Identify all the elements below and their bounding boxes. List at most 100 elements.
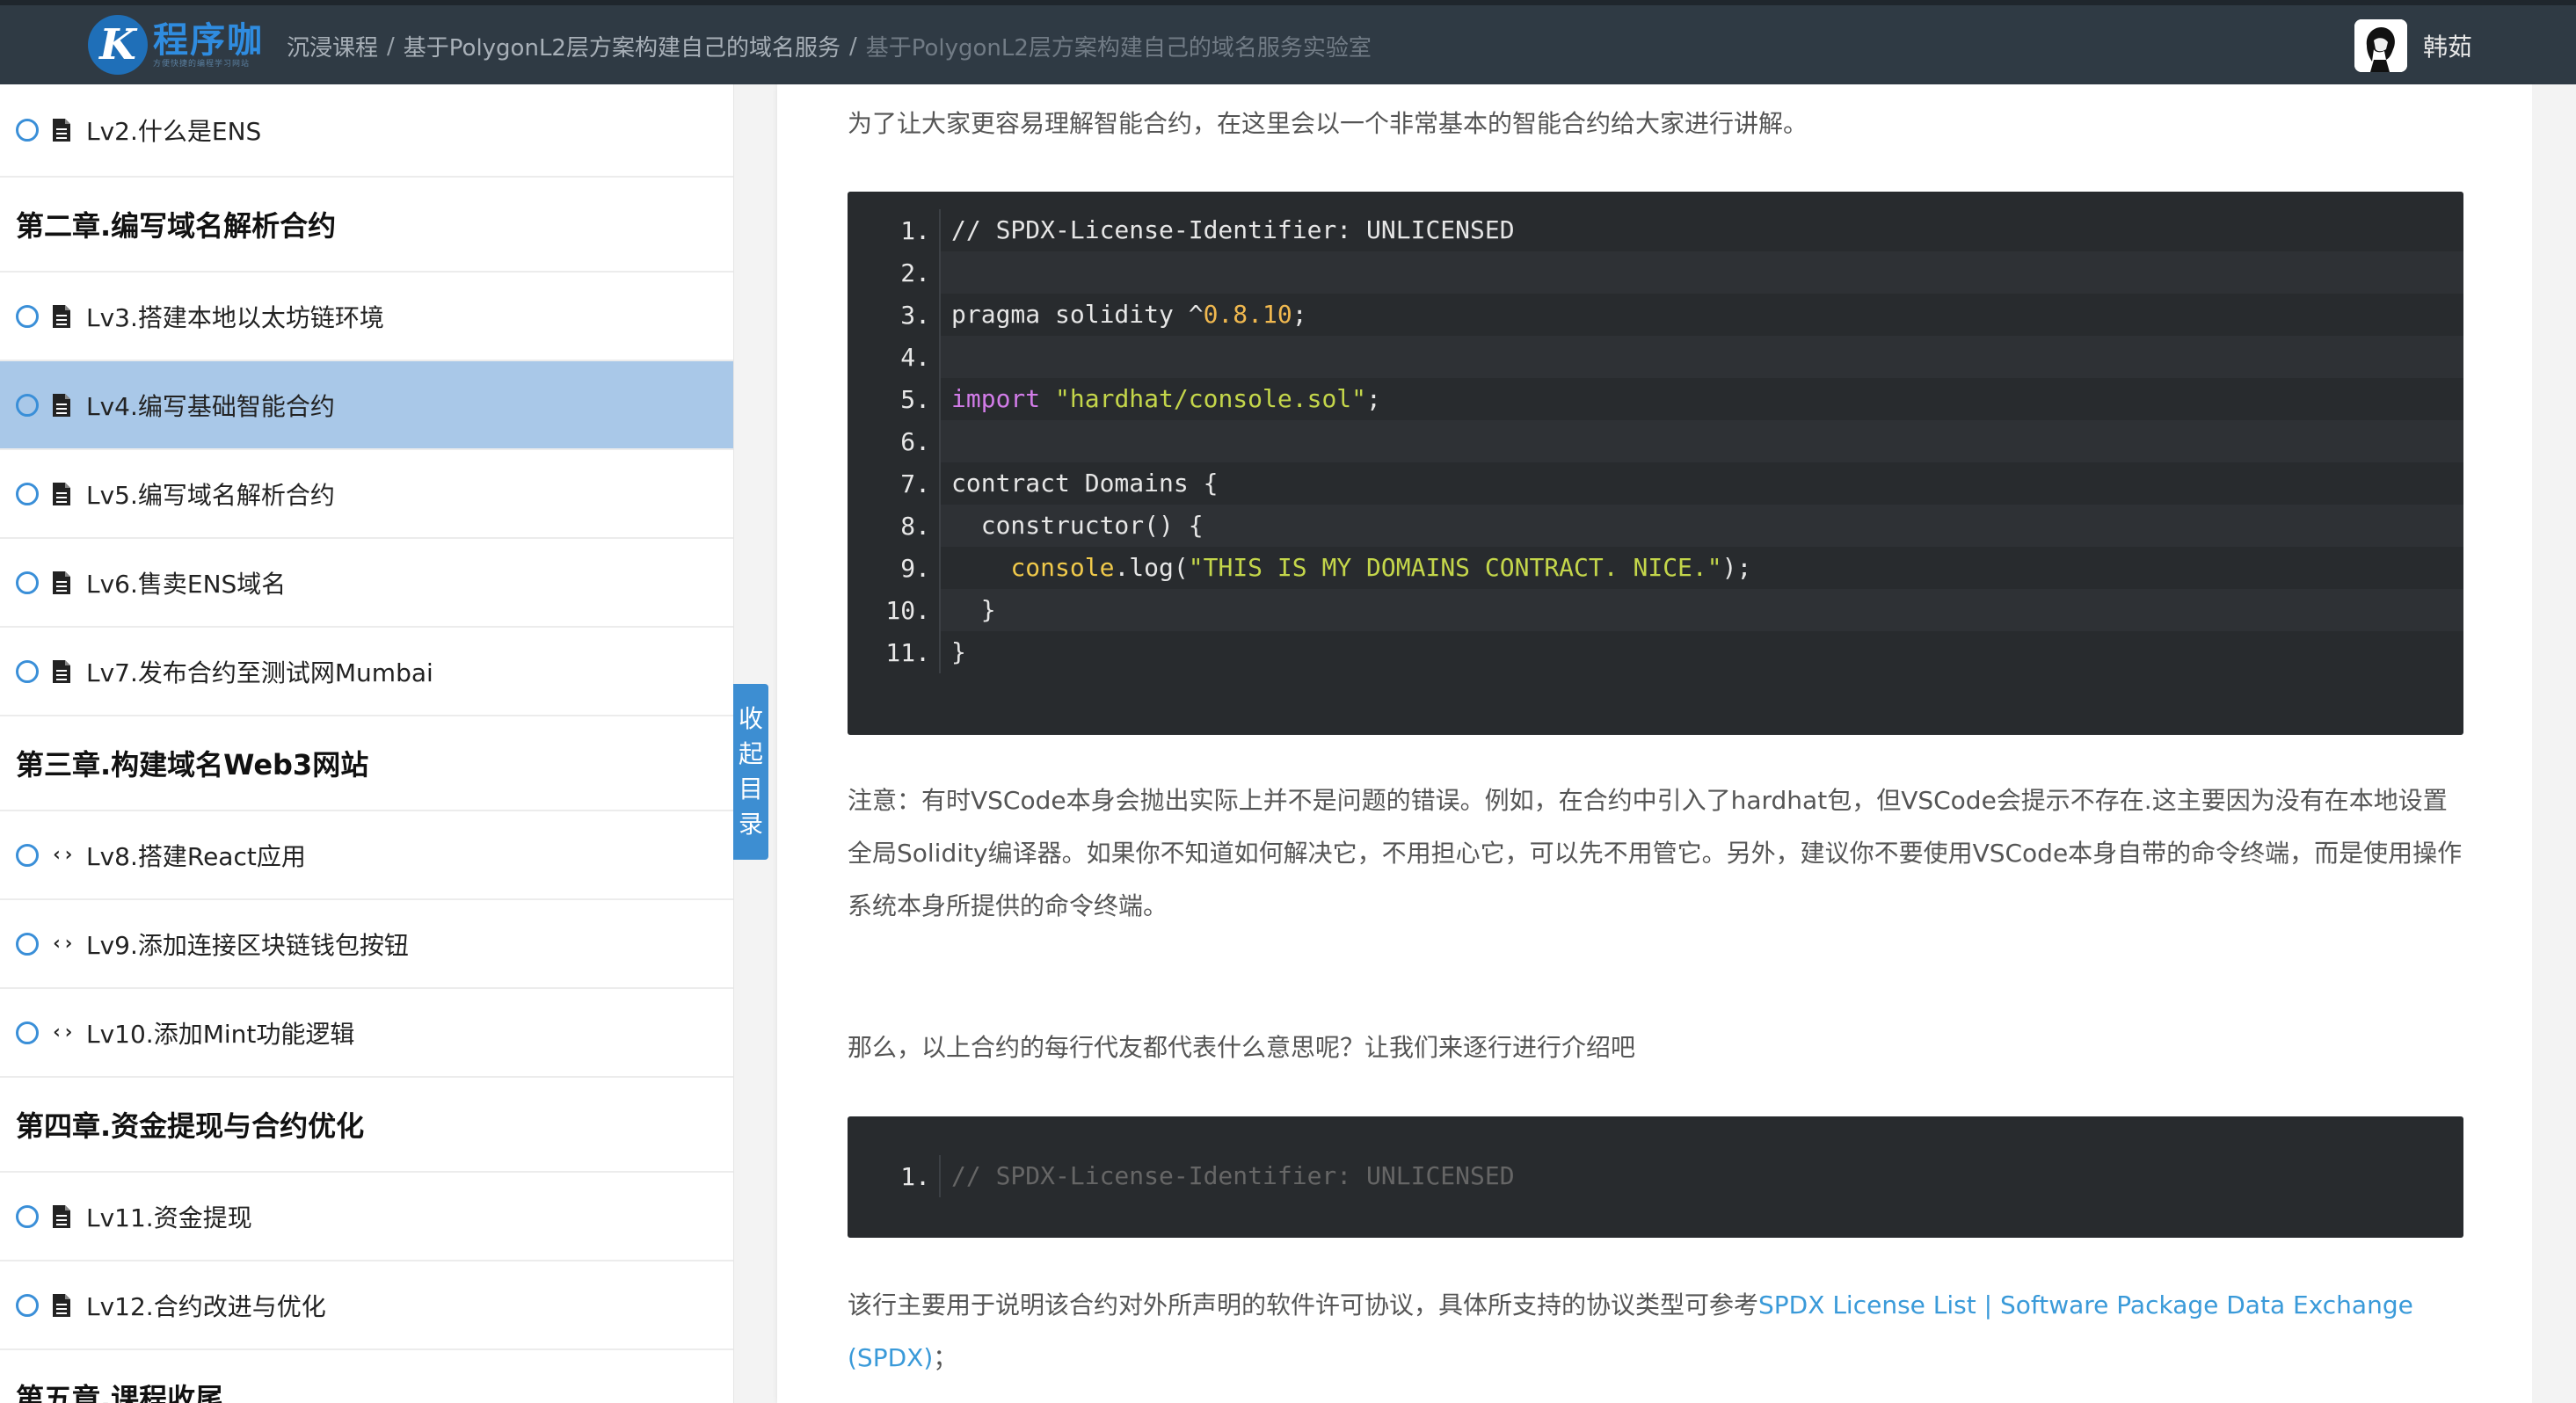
code-line: 2. <box>848 251 2463 294</box>
lesson-content: 为了让大家更容易理解智能合约，在这里会以一个非常基本的智能合约给大家进行讲解。 … <box>777 84 2532 1403</box>
line-number: 4. <box>900 342 930 372</box>
lesson-title: Lv12.合约改进与优化 <box>86 1291 326 1321</box>
chapter-heading: 第二章.编写域名解析合约 <box>0 178 733 273</box>
code-text <box>939 251 2463 294</box>
document-icon <box>53 304 70 328</box>
site-logo[interactable]: K 程序咖 方便快捷的编程学习网站 <box>88 14 264 76</box>
sidebar-lesson-item[interactable]: ‹› Lv8.搭建React应用 <box>0 811 733 900</box>
top-navbar: K 程序咖 方便快捷的编程学习网站 沉浸课程 / 基于PolygonL2层方案构… <box>0 0 2576 84</box>
sidebar-lesson-item[interactable]: Lv2.什么是ENS <box>0 84 733 178</box>
code-token: // SPDX-License-Identifier: UNLICENSED <box>951 215 1515 244</box>
status-circle-icon <box>16 843 39 867</box>
sidebar-lesson-item[interactable]: Lv4.编写基础智能合约 <box>0 361 733 450</box>
logo-subtitle: 方便快捷的编程学习网站 <box>153 60 251 69</box>
intro-paragraph: 为了让大家更容易理解智能合约，在这里会以一个非常基本的智能合约给大家进行讲解。 <box>848 109 1808 138</box>
lesson-title: Lv9.添加连接区块链钱包按钮 <box>86 930 409 960</box>
code-line: 3. pragma solidity ^0.8.10; <box>848 294 2463 336</box>
code-token: constructor() { <box>951 511 1204 540</box>
line-number: 10. <box>885 595 930 625</box>
code-text: // SPDX-License-Identifier: UNLICENSED <box>939 1155 2463 1197</box>
breadcrumb-item-courses[interactable]: 沉浸课程 <box>287 30 378 62</box>
line-number: 1. <box>900 215 930 245</box>
lesson-title: Lv3.搭建本地以太坊链环境 <box>86 302 384 332</box>
breadcrumb-separator: / <box>848 33 857 60</box>
code-icon: ‹› <box>51 1021 75 1043</box>
code-text <box>939 336 2463 378</box>
code-text: contract Domains { <box>939 462 2463 505</box>
line-number: 3. <box>900 300 930 330</box>
code-token: .log( <box>1114 553 1189 582</box>
status-circle-icon <box>16 932 39 956</box>
line-number: 6. <box>900 426 930 456</box>
status-circle-icon <box>16 1204 39 1228</box>
code-line: 11.} <box>848 631 2463 673</box>
status-circle-icon <box>16 571 39 594</box>
sidebar-lesson-item[interactable]: Lv11.资金提现 <box>0 1173 733 1261</box>
lesson-title: Lv4.编写基础智能合约 <box>86 391 335 421</box>
avatar[interactable] <box>2354 19 2407 72</box>
line-number: 2. <box>900 258 930 287</box>
line-number: 5. <box>900 384 930 414</box>
code-text: // SPDX-License-Identifier: UNLICENSED <box>939 209 2463 251</box>
code-text: pragma solidity ^0.8.10; <box>939 294 2463 336</box>
code-line: 1. // SPDX-License-Identifier: UNLICENSED <box>848 1155 2463 1197</box>
code-token: import <box>951 384 1041 413</box>
lesson-title: Lv11.资金提现 <box>86 1203 252 1232</box>
collapse-label-char: 收 <box>738 704 763 733</box>
breadcrumb-item-course[interactable]: 基于PolygonL2层方案构建自己的域名服务 <box>404 30 840 62</box>
code-token: contract Domains { <box>951 469 1219 498</box>
chapter-heading: 第三章.构建域名Web3网站 <box>0 716 733 811</box>
breadcrumb-separator: / <box>387 33 395 60</box>
status-circle-icon <box>16 659 39 683</box>
sidebar-lesson-item[interactable]: Lv12.合约改进与优化 <box>0 1261 733 1350</box>
lesson-title: Lv5.编写域名解析合约 <box>86 480 335 510</box>
chapter-heading: 第四章.资金提现与合约优化 <box>0 1078 733 1173</box>
logo-text: 程序咖 <box>153 20 264 61</box>
status-circle-icon <box>16 304 39 328</box>
sidebar-lesson-item[interactable]: Lv6.售卖ENS域名 <box>0 539 733 628</box>
lesson-title: Lv7.发布合约至测试网Mumbai <box>86 658 433 687</box>
code-token: ; <box>1292 300 1307 329</box>
code-line: 1. // SPDX-License-Identifier: UNLICENSED <box>848 209 2463 251</box>
code-icon: ‹› <box>51 933 75 955</box>
note-paragraph: 注意：有时VSCode本身会抛出实际上并不是问题的错误。例如，在合约中引入了ha… <box>848 786 2463 920</box>
user-name: 韩茹 <box>2422 33 2472 62</box>
line-number: 9. <box>900 553 930 583</box>
code-line: 8. constructor() { <box>848 505 2463 547</box>
code-block-license-line[interactable]: 1. // SPDX-License-Identifier: UNLICENSED <box>848 1116 2463 1238</box>
code-token: "THIS IS MY DOMAINS CONTRACT. NICE." <box>1188 553 1722 582</box>
code-block-contract[interactable]: 1. // SPDX-License-Identifier: UNLICENSED… <box>848 192 2463 735</box>
sidebar-lesson-item[interactable]: Lv7.发布合约至测试网Mumbai <box>0 628 733 716</box>
sidebar-lesson-item[interactable]: Lv3.搭建本地以太坊链环境 <box>0 273 733 361</box>
page-scrollbar-track[interactable] <box>2532 84 2576 1403</box>
chapter-title: 第二章.编写域名解析合约 <box>16 209 337 243</box>
user-menu[interactable]: 韩茹 <box>2354 19 2472 72</box>
code-line: 7. contract Domains { <box>848 462 2463 505</box>
sidebar-lesson-item[interactable]: ‹› Lv9.添加连接区块链钱包按钮 <box>0 900 733 989</box>
line-number: 8. <box>900 511 930 541</box>
collapse-label-char: 录 <box>738 810 763 839</box>
document-icon <box>53 119 70 142</box>
line-number: 7. <box>900 469 930 498</box>
document-icon <box>53 1293 70 1317</box>
code-token: pragma solidity ^ <box>951 300 1204 329</box>
lesson-title: Lv6.售卖ENS域名 <box>86 569 287 599</box>
code-line: 9. console.log("THIS IS MY DOMAINS CONTR… <box>848 547 2463 589</box>
logo-mark: K <box>88 15 148 75</box>
code-token: } <box>951 637 966 666</box>
sidebar-lesson-item[interactable]: Lv5.编写域名解析合约 <box>0 450 733 539</box>
code-token: ; <box>1366 384 1381 413</box>
code-line: 10. } <box>848 589 2463 631</box>
code-token: 0.8.10 <box>1203 300 1292 329</box>
lesson-title: Lv10.添加Mint功能逻辑 <box>86 1019 355 1049</box>
collapse-outline-button[interactable]: 收 起 目 录 <box>733 684 768 860</box>
chapter-title: 第三章.构建域名Web3网站 <box>16 748 369 781</box>
code-text <box>939 420 2463 462</box>
status-circle-icon <box>16 1293 39 1317</box>
collapse-label-char: 目 <box>738 774 763 803</box>
lesson-title: Lv8.搭建React应用 <box>86 841 306 871</box>
code-token: } <box>951 595 996 624</box>
code-text: } <box>939 589 2463 631</box>
sidebar-lesson-item[interactable]: ‹› Lv10.添加Mint功能逻辑 <box>0 989 733 1078</box>
